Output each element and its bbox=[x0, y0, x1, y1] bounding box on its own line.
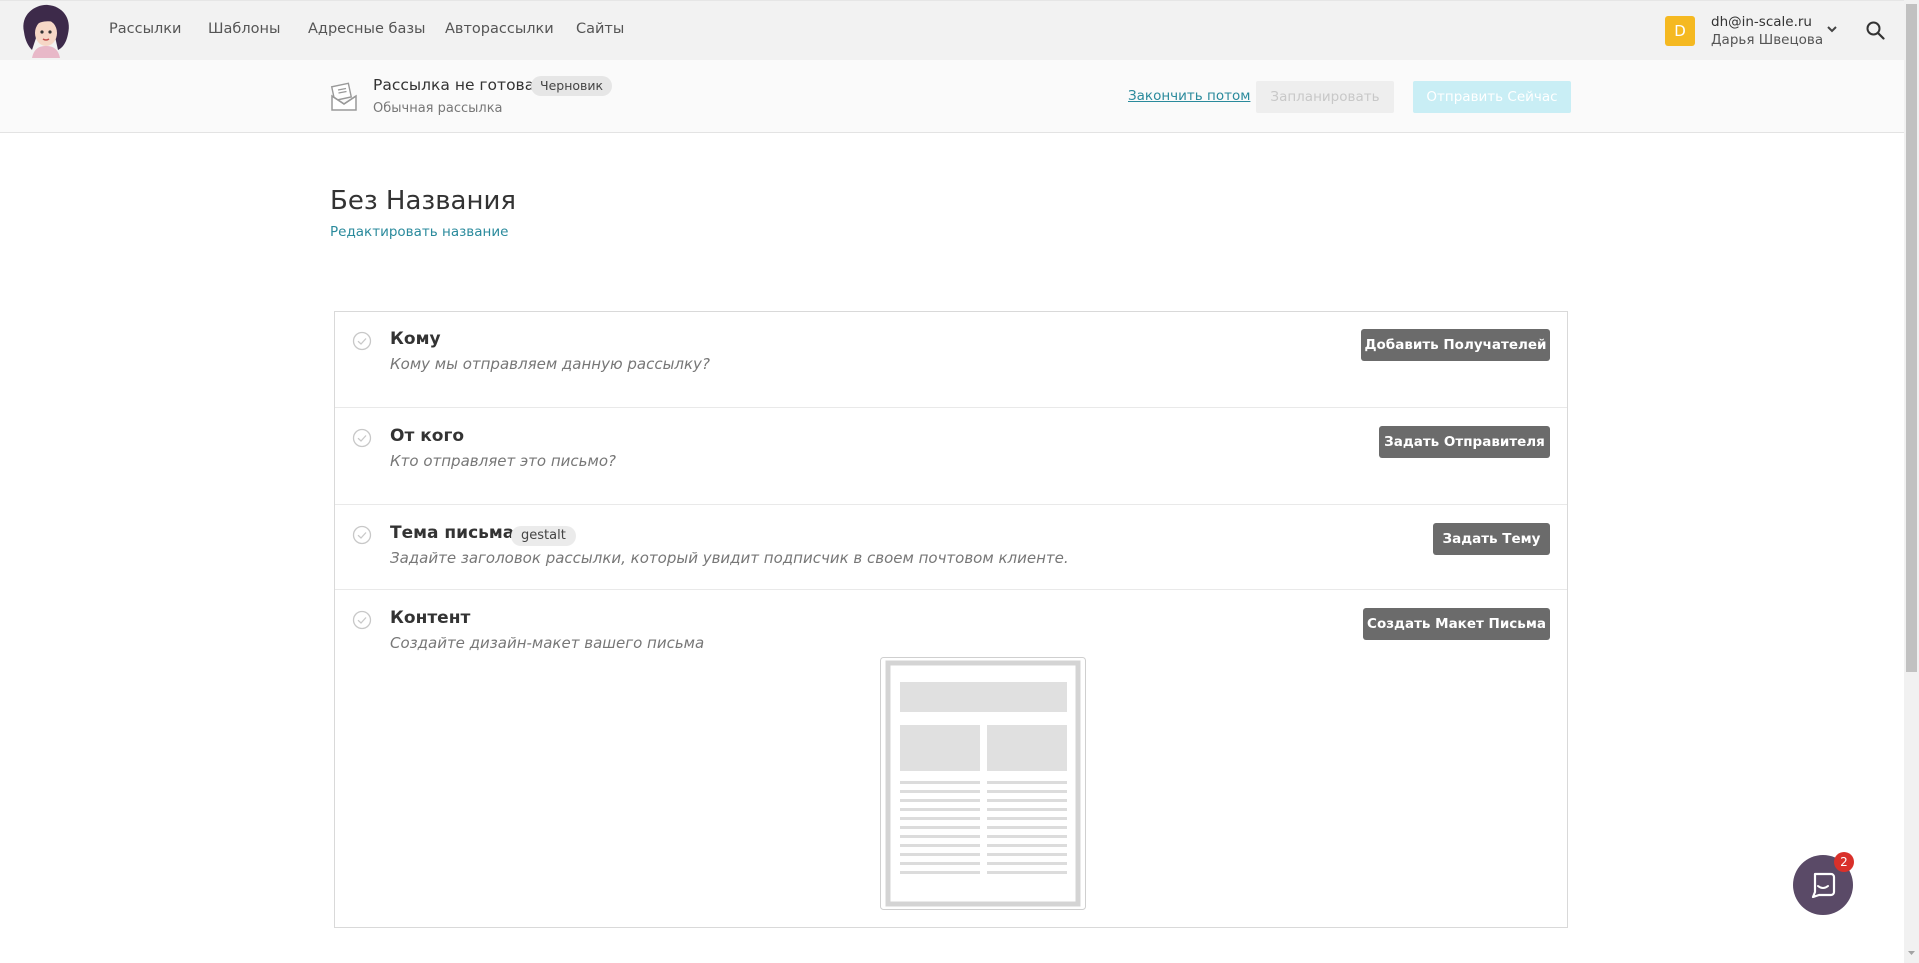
scrollbar-thumb[interactable] bbox=[1906, 4, 1917, 672]
logo-avatar[interactable] bbox=[18, 2, 74, 58]
send-now-button[interactable]: Отправить Сейчас bbox=[1413, 81, 1571, 113]
step-content-title: Контент bbox=[390, 608, 471, 628]
set-sender-button[interactable]: Задать Отправителя bbox=[1379, 426, 1550, 458]
step-recipients-desc: Кому мы отправляем данную рассылку? bbox=[390, 355, 710, 373]
finish-later-link[interactable]: Закончить потом bbox=[1128, 88, 1250, 104]
envelope-icon bbox=[330, 82, 357, 111]
step-recipients-title: Кому bbox=[390, 329, 441, 349]
set-subject-button[interactable]: Задать Тему bbox=[1433, 523, 1550, 555]
divider bbox=[335, 589, 1567, 590]
step-check-icon bbox=[352, 428, 372, 448]
step-sender-title: От кого bbox=[390, 426, 465, 446]
user-name[interactable]: Дарья Швецова bbox=[1711, 32, 1823, 48]
chat-icon bbox=[1811, 872, 1836, 898]
user-avatar[interactable]: D bbox=[1665, 16, 1695, 46]
campaign-type: Обычная рассылка bbox=[373, 101, 503, 116]
nav-templates[interactable]: Шаблоны bbox=[208, 21, 280, 37]
search-icon[interactable] bbox=[1865, 20, 1885, 40]
step-subject-title: Тема письма bbox=[390, 523, 515, 543]
nav-sites[interactable]: Сайты bbox=[576, 21, 624, 37]
page-title: Без Названия bbox=[330, 186, 517, 216]
campaign-status-title: Рассылка не готова bbox=[373, 76, 535, 94]
nav-address-books[interactable]: Адресные базы bbox=[308, 21, 426, 37]
top-navbar bbox=[0, 0, 1904, 60]
step-check-icon bbox=[352, 331, 372, 351]
add-recipients-button[interactable]: Добавить Получателей bbox=[1361, 329, 1550, 361]
nav-automations[interactable]: Авторассылки bbox=[445, 21, 554, 37]
chevron-down-icon[interactable] bbox=[1825, 22, 1839, 36]
step-sender-desc: Кто отправляет это письмо? bbox=[390, 452, 616, 470]
subject-badge: gestalt bbox=[511, 526, 576, 546]
campaign-status-bar bbox=[0, 60, 1904, 133]
step-check-icon bbox=[352, 610, 372, 630]
step-check-icon bbox=[352, 525, 372, 545]
divider bbox=[335, 407, 1567, 408]
edit-name-link[interactable]: Редактировать название bbox=[330, 224, 508, 240]
scroll-down-icon[interactable] bbox=[1906, 947, 1917, 959]
email-layout-preview[interactable] bbox=[880, 657, 1086, 910]
create-layout-button[interactable]: Создать Макет Письма bbox=[1363, 608, 1550, 640]
step-subject-desc: Задайте заголовок рассылки, который увид… bbox=[390, 549, 1069, 567]
user-email[interactable]: dh@in-scale.ru bbox=[1711, 14, 1812, 30]
draft-badge: Черновик bbox=[531, 76, 613, 96]
schedule-button[interactable]: Запланировать bbox=[1256, 81, 1394, 113]
divider bbox=[335, 504, 1567, 505]
step-content-desc: Создайте дизайн-макет вашего письма bbox=[390, 634, 705, 652]
unread-count-badge: 2 bbox=[1834, 852, 1854, 872]
nav-mailings[interactable]: Рассылки bbox=[109, 21, 181, 37]
